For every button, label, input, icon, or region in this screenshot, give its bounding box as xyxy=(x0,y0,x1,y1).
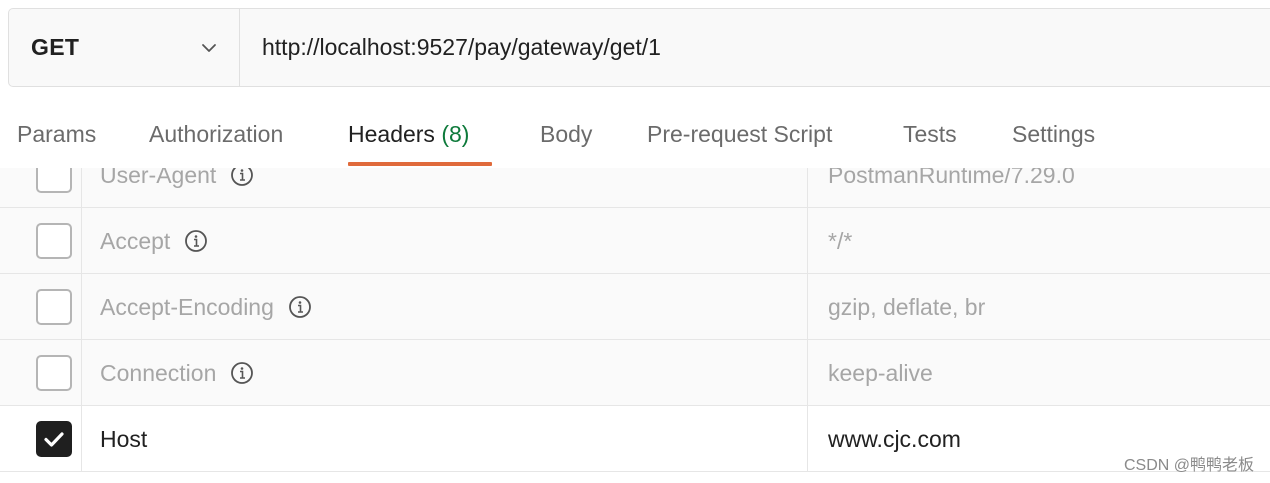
chevron-down-icon xyxy=(202,43,216,52)
column-divider xyxy=(807,274,808,339)
tab-params[interactable]: Params xyxy=(17,121,96,148)
header-value[interactable]: www.cjc.com xyxy=(828,423,961,455)
table-row: Accept-Encoding gzip, deflate, br xyxy=(0,274,1270,340)
header-key[interactable]: Accept-Encoding xyxy=(100,291,312,323)
header-enable-checkbox[interactable] xyxy=(36,168,72,193)
table-row: User-Agent PostmanRuntime/7.29.0 xyxy=(0,168,1270,208)
header-key[interactable]: User-Agent xyxy=(100,168,254,191)
table-row: Accept */* xyxy=(0,208,1270,274)
column-divider xyxy=(81,406,82,471)
table-row: Connection keep-alive xyxy=(0,340,1270,406)
header-key[interactable]: Accept xyxy=(100,225,208,257)
header-key-text: Connection xyxy=(100,359,217,386)
info-icon[interactable] xyxy=(230,168,254,187)
header-key-text: Accept-Encoding xyxy=(100,293,274,320)
info-icon[interactable] xyxy=(288,295,312,319)
url-input[interactable]: http://localhost:9527/pay/gateway/get/1 xyxy=(240,9,1270,86)
info-icon[interactable] xyxy=(184,229,208,253)
column-divider xyxy=(81,208,82,273)
header-value[interactable]: gzip, deflate, br xyxy=(828,291,985,323)
header-key[interactable]: Connection xyxy=(100,357,254,389)
request-bar: GET http://localhost:9527/pay/gateway/ge… xyxy=(8,8,1270,87)
tab-headers-label: Headers xyxy=(348,121,435,147)
column-divider xyxy=(81,168,82,207)
column-divider xyxy=(807,168,808,207)
header-value[interactable]: keep-alive xyxy=(828,357,933,389)
active-tab-underline xyxy=(348,162,492,166)
header-enable-checkbox[interactable] xyxy=(36,355,72,391)
header-key-text: User-Agent xyxy=(100,168,217,188)
tab-authorization[interactable]: Authorization xyxy=(149,121,283,148)
column-divider xyxy=(807,208,808,273)
column-divider xyxy=(81,340,82,405)
headers-table: User-Agent PostmanRuntime/7.29.0 Accept xyxy=(0,168,1270,483)
header-key-text: Host xyxy=(100,425,148,452)
tab-settings[interactable]: Settings xyxy=(1012,121,1095,148)
postman-request-view: GET http://localhost:9527/pay/gateway/ge… xyxy=(0,0,1270,483)
tab-pre-request-script[interactable]: Pre-request Script xyxy=(647,121,832,148)
column-divider xyxy=(807,340,808,405)
watermark: CSDN @鸭鸭老板 xyxy=(1123,457,1254,474)
header-enable-checkbox[interactable] xyxy=(36,421,72,457)
request-tabs: Params Authorization Headers (8) Body Pr… xyxy=(0,96,1270,168)
tab-headers-count: (8) xyxy=(441,121,470,147)
header-value[interactable]: PostmanRuntime/7.29.0 xyxy=(828,168,1075,191)
header-value[interactable]: */* xyxy=(828,225,852,257)
header-enable-checkbox[interactable] xyxy=(36,289,72,325)
method-select[interactable]: GET xyxy=(9,9,240,86)
tab-body[interactable]: Body xyxy=(540,121,592,148)
table-row: Host www.cjc.com xyxy=(0,406,1270,472)
column-divider xyxy=(807,406,808,471)
header-key-text: Accept xyxy=(100,227,171,254)
method-label: GET xyxy=(31,34,80,60)
header-enable-checkbox[interactable] xyxy=(36,223,72,259)
column-divider xyxy=(81,274,82,339)
tab-headers[interactable]: Headers (8) xyxy=(348,121,469,148)
tab-tests[interactable]: Tests xyxy=(903,121,957,148)
checkmark-icon xyxy=(44,432,64,447)
header-key[interactable]: Host xyxy=(100,423,147,455)
info-icon[interactable] xyxy=(230,361,254,385)
